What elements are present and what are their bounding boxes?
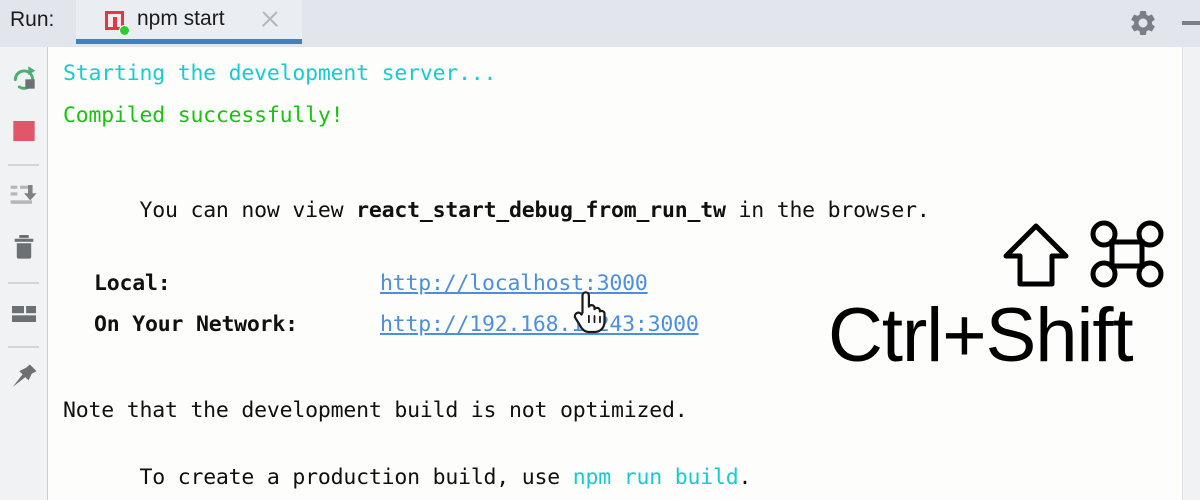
console-line-starting: Starting the development server...: [63, 61, 497, 86]
production-command-text: npm run build: [572, 465, 739, 490]
run-label: Run:: [10, 8, 55, 31]
console-line-compiled: Compiled successfully!: [63, 103, 344, 128]
toolbar-separator: [8, 346, 39, 348]
network-url-link[interactable]: http://192.168.1.243:3000: [380, 312, 699, 337]
console-line-production: To create a production build, use npm ru…: [63, 440, 751, 500]
console-line-note: Note that the development build is not o…: [63, 398, 688, 423]
console-scrollbar-gutter[interactable]: [1182, 47, 1200, 500]
running-status-dot: [119, 25, 130, 36]
project-name-text: react_start_debug_from_run_tw: [356, 198, 726, 223]
console-output[interactable]: Starting the development server... Compi…: [48, 47, 1182, 500]
run-tool-window: Run: npm start Starting the development …: [0, 0, 1200, 500]
npm-bar-shape: [113, 17, 117, 30]
run-toolbar: [0, 47, 48, 500]
toolbar-separator: [8, 164, 39, 166]
close-icon[interactable]: [259, 8, 281, 30]
local-label: Local:: [94, 271, 171, 296]
network-label: On Your Network:: [94, 312, 298, 337]
scroll-to-end-button[interactable]: [8, 179, 40, 211]
gear-icon[interactable]: [1128, 8, 1158, 38]
minimize-icon[interactable]: [1182, 21, 1200, 25]
run-header-bar: Run: npm start: [0, 0, 1200, 47]
stop-button[interactable]: [8, 115, 40, 147]
production-suffix-text: .: [738, 465, 752, 490]
active-tab-indicator: [76, 39, 302, 44]
clear-all-button[interactable]: [8, 231, 40, 263]
console-line-view-browser: You can now view react_start_debug_from_…: [63, 173, 930, 248]
npm-logo-icon: [105, 11, 130, 36]
production-prefix-text: To create a production build, use: [139, 465, 573, 490]
view-suffix-text: in the browser.: [725, 198, 930, 223]
print-layout-button[interactable]: [8, 298, 40, 330]
local-url-link[interactable]: http://localhost:3000: [380, 271, 648, 296]
tab-label: npm start: [137, 7, 225, 30]
toolbar-separator: [8, 282, 39, 284]
pin-tab-button[interactable]: [8, 361, 40, 393]
rerun-button[interactable]: [8, 62, 40, 94]
view-prefix-text: You can now view: [139, 198, 357, 223]
